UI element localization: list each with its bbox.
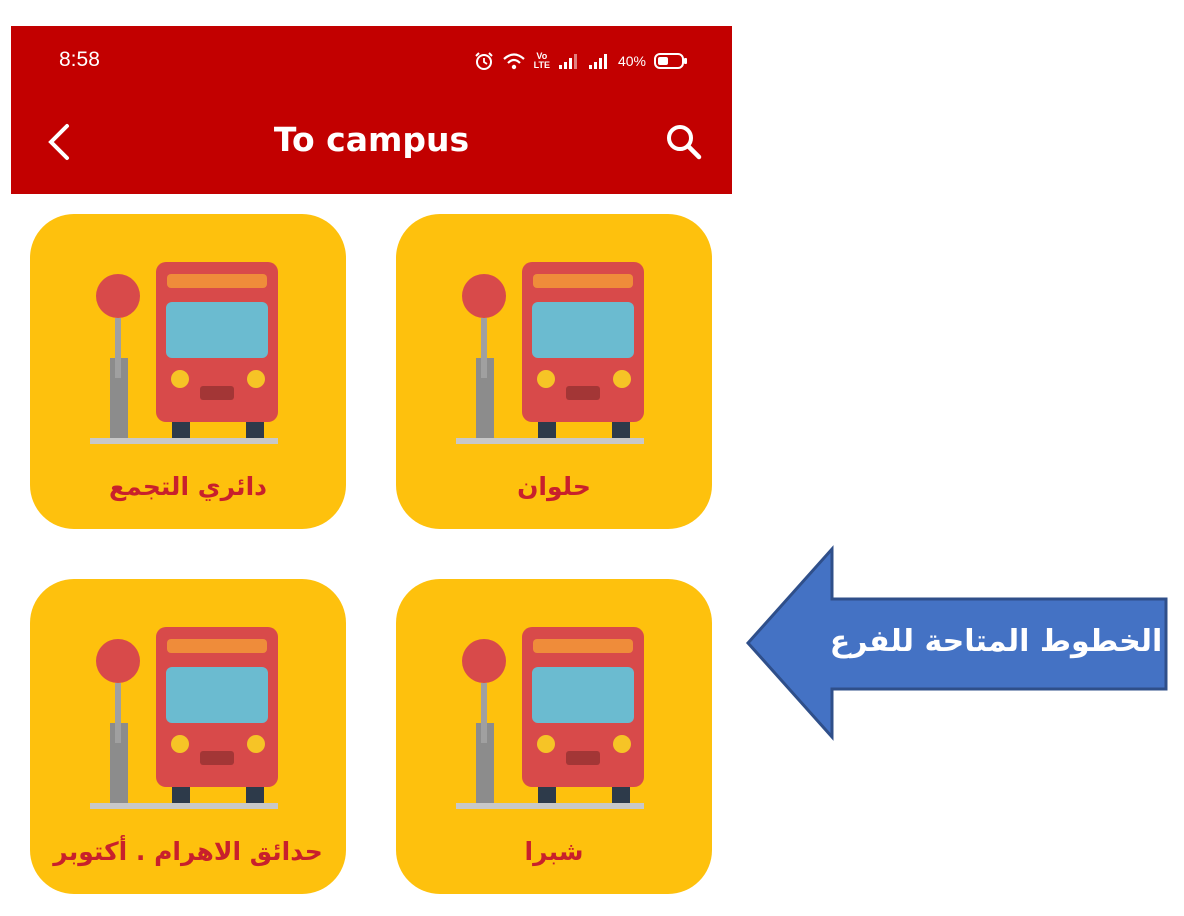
route-label: حدائق الاهرام . أكتوبر <box>53 837 323 866</box>
signal-icon <box>558 54 577 69</box>
route-tile[interactable]: شبرا <box>396 579 712 894</box>
app-bar: 8:58 Vo LTE 40% To campus <box>11 26 732 194</box>
bus-stop-icon <box>90 627 278 809</box>
battery-percent: 40% <box>617 53 646 69</box>
signal-icon <box>588 54 607 69</box>
bus-stop-icon <box>90 262 278 444</box>
status-icons: Vo LTE 40% <box>474 48 688 74</box>
route-tile[interactable]: حلوان <box>396 214 712 529</box>
route-label: حلوان <box>517 472 591 501</box>
annotation-text: الخطوط المتاحة للفرع <box>829 623 1163 659</box>
route-tile[interactable]: حدائق الاهرام . أكتوبر <box>30 579 346 894</box>
route-tile[interactable]: دائري التجمع <box>30 214 346 529</box>
bus-stop-icon <box>456 262 644 444</box>
wifi-icon <box>502 53 525 70</box>
status-time: 8:58 <box>59 48 100 71</box>
bus-stop-icon <box>456 627 644 809</box>
route-label: شبرا <box>524 837 584 866</box>
search-icon <box>667 125 702 160</box>
battery-icon <box>654 53 687 69</box>
annotation-arrow: الخطوط المتاحة للفرع <box>744 545 1170 741</box>
volte-icon: Vo LTE <box>533 51 550 70</box>
alarm-icon <box>474 52 493 70</box>
page-title: To campus <box>273 120 470 159</box>
search-button[interactable] <box>664 122 704 162</box>
route-label: دائري التجمع <box>109 472 267 501</box>
